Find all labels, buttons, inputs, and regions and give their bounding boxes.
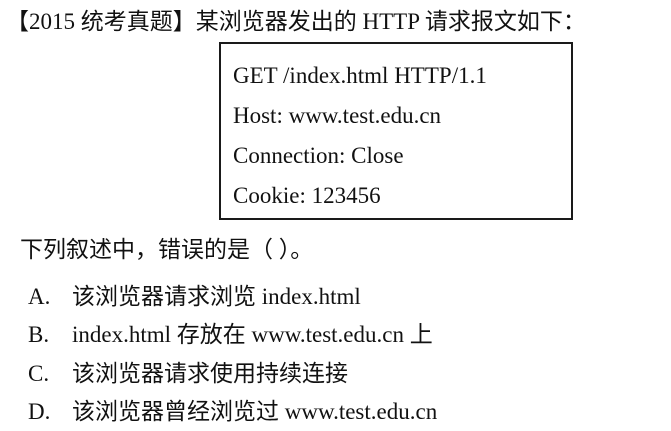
option-d-text: 该浏览器曾经浏览过 www.test.edu.cn bbox=[72, 399, 438, 424]
option-d: D. 该浏览器曾经浏览过 www.test.edu.cn bbox=[28, 398, 437, 426]
option-c: C. 该浏览器请求使用持续连接 bbox=[28, 360, 348, 388]
option-a: A. 该浏览器请求浏览 index.html bbox=[28, 283, 361, 311]
option-c-letter: C. bbox=[28, 361, 50, 386]
request-line-host: Host: www.test.edu.cn bbox=[233, 103, 442, 128]
option-d-letter: D. bbox=[28, 399, 51, 424]
option-c-text: 该浏览器请求使用持续连接 bbox=[72, 361, 348, 386]
request-line-connection: Connection: Close bbox=[233, 143, 404, 168]
question-title: 【2015 统考真题】某浏览器发出的 HTTP 请求报文如下： bbox=[6, 9, 586, 34]
question-stem: 下列叙述中，错误的是（ ）。 bbox=[20, 237, 314, 262]
request-line-method: GET /index.html HTTP/1.1 bbox=[233, 63, 487, 88]
request-line-cookie: Cookie: 123456 bbox=[233, 183, 381, 208]
http-request-box: GET /index.html HTTP/1.1 Host: www.test.… bbox=[219, 42, 573, 220]
option-b-letter: B. bbox=[28, 322, 50, 347]
option-b-text: index.html 存放在 www.test.edu.cn 上 bbox=[72, 322, 433, 347]
option-a-text: 该浏览器请求浏览 index.html bbox=[72, 284, 361, 309]
option-b: B. index.html 存放在 www.test.edu.cn 上 bbox=[28, 321, 433, 349]
option-a-letter: A. bbox=[28, 284, 51, 309]
